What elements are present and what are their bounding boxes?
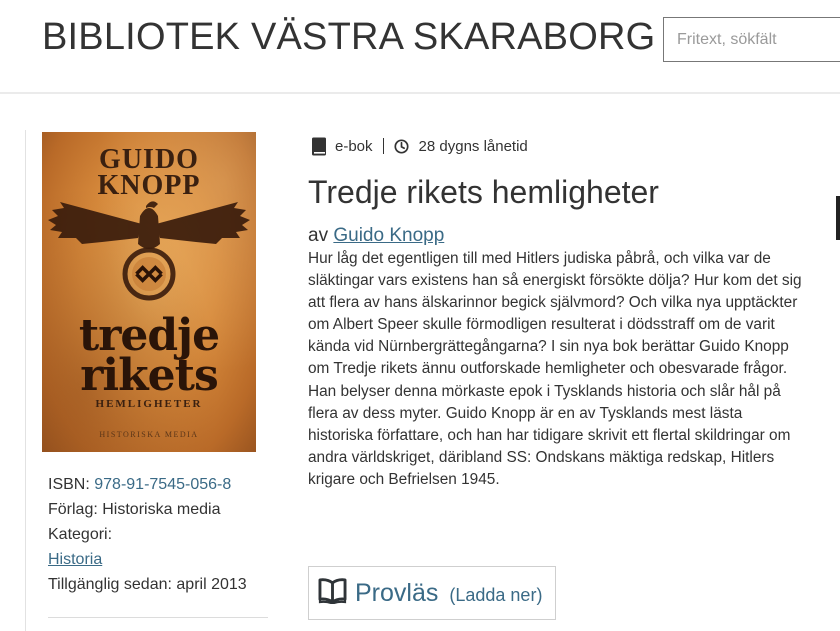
preview-button[interactable]: Provläs (Ladda ner) [308, 566, 556, 620]
author-link[interactable]: Guido Knopp [333, 225, 444, 246]
byline-prefix: av [308, 225, 329, 246]
available-row: Tillgänglig sedan: april 2013 [48, 572, 247, 597]
download-label[interactable]: (Ladda ner) [449, 585, 542, 606]
book-cover: GUIDO KNOPP tredje rikets HEMLIGHETER HI… [42, 132, 256, 452]
available-value: april 2013 [176, 576, 247, 593]
byline: av Guido Knopp [308, 225, 444, 247]
publisher-value: Historiska media [102, 501, 221, 518]
left-column-divider [25, 130, 26, 631]
cover-eagle-emblem [48, 201, 250, 301]
isbn-row: ISBN: 978-91-7545-056-8 [48, 472, 247, 497]
isbn-label: ISBN: [48, 476, 90, 493]
metadata-divider [48, 617, 268, 618]
book-title: Tredje rikets hemligheter [308, 174, 659, 210]
cover-publisher: HISTORISKA MEDIA [99, 430, 199, 439]
preview-label: Provläs [355, 578, 439, 607]
search-input[interactable] [664, 18, 840, 61]
isbn-link[interactable]: 978-91-7545-056-8 [94, 476, 231, 493]
book-icon [311, 137, 327, 156]
category-link[interactable]: Historia [48, 551, 102, 568]
publisher-label: Förlag: [48, 501, 98, 518]
cover-subtitle: HEMLIGHETER [95, 398, 203, 410]
badge-separator [382, 138, 384, 154]
site-title[interactable]: BIBLIOTEK VÄSTRA SKARABORG [42, 16, 655, 59]
book-metadata: ISBN: 978-91-7545-056-8 Förlag: Historis… [48, 472, 247, 597]
open-book-icon [318, 577, 347, 609]
clock-icon [394, 138, 409, 154]
right-edge-marker [836, 196, 840, 240]
available-label: Tillgänglig sedan: [48, 576, 172, 593]
search-box[interactable] [663, 17, 840, 62]
publisher-row: Förlag: Historiska media [48, 497, 247, 522]
cover-title-line2: rikets [80, 350, 218, 401]
format-label: e-bok [335, 137, 373, 155]
category-label: Kategori: [48, 526, 113, 543]
loan-period: 28 dygns lånetid [418, 137, 528, 155]
book-description: Hur låg det egentligen till med Hitlers … [308, 250, 802, 488]
format-badges: e-bok 28 dygns lånetid [311, 135, 528, 157]
site-header: BIBLIOTEK VÄSTRA SKARABORG [0, 0, 840, 94]
